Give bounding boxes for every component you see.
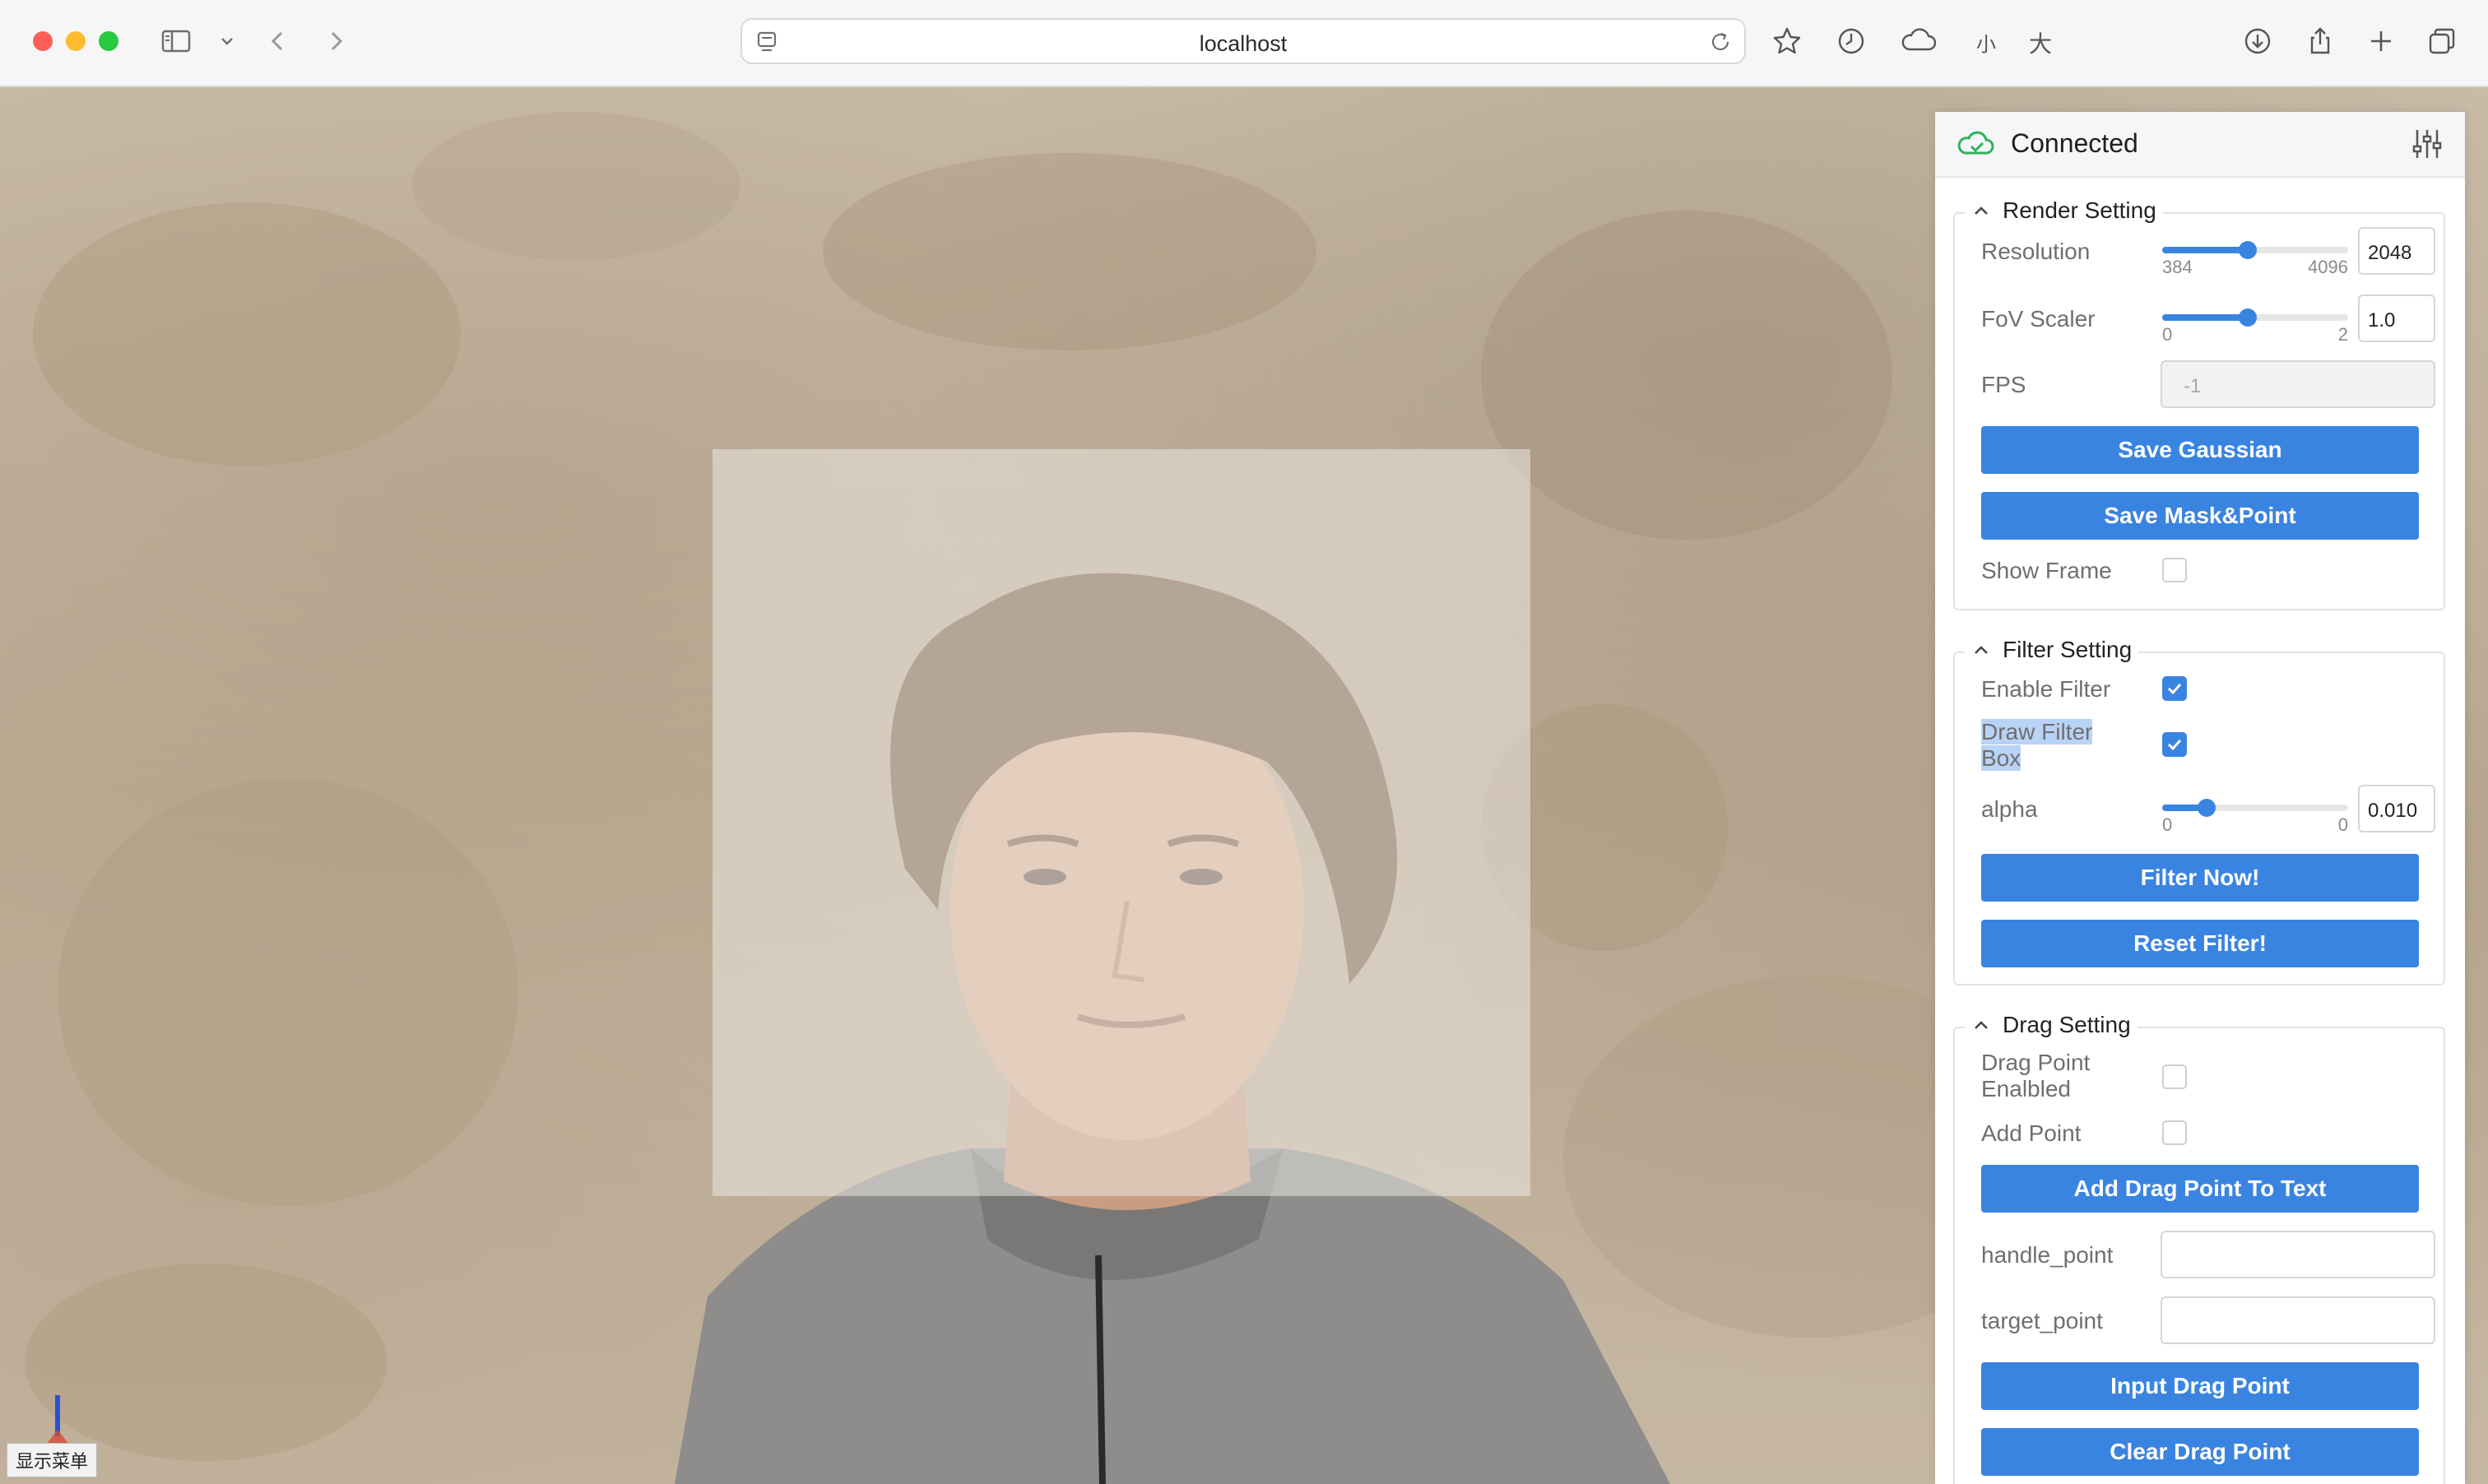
slider-knob[interactable]	[2238, 308, 2257, 327]
alpha-slider[interactable]: 0 0	[2162, 791, 2348, 835]
draw-filter-box-label-line1: Draw Filter	[1981, 719, 2093, 744]
icloud-icon[interactable]	[1899, 25, 1938, 58]
panel-header: Connected	[1935, 112, 2465, 178]
draw-filter-box-label: Draw Filter Box	[1981, 719, 2093, 772]
settings-sliders-icon[interactable]	[2411, 127, 2444, 161]
reload-icon[interactable]	[1706, 28, 1734, 56]
minimize-window-button[interactable]	[66, 31, 86, 51]
save-mask-point-button[interactable]: Save Mask&Point	[1981, 492, 2419, 540]
drag-setting-section: Drag Setting Drag Point Enalbled Add Poi…	[1953, 1012, 2445, 1484]
close-window-button[interactable]	[33, 31, 53, 51]
resolution-slider[interactable]: 384 4096	[2162, 234, 2348, 277]
render-setting-section: Render Setting Resolution 384 4096 2048 …	[1953, 197, 2445, 610]
filter-setting-section: Filter Setting Enable Filter Draw Filter…	[1953, 637, 2445, 985]
slider-max: 4096	[2308, 257, 2348, 277]
input-drag-point-button[interactable]: Input Drag Point	[1981, 1362, 2419, 1410]
zoom-window-button[interactable]	[99, 31, 118, 51]
slider-min: 384	[2162, 257, 2193, 277]
slider-min: 0	[2162, 324, 2173, 345]
fps-input: -1	[2161, 360, 2435, 408]
show-frame-checkbox[interactable]	[2162, 558, 2187, 582]
chevron-up-icon[interactable]	[1971, 640, 1991, 660]
show-menu-label[interactable]: 显示菜单	[7, 1443, 98, 1477]
render-setting-header[interactable]: Render Setting	[1965, 197, 2163, 224]
drag-point-enabled-label-line1: Drag Point	[1981, 1050, 2091, 1075]
render-setting-title: Render Setting	[2003, 197, 2156, 223]
fov-scaler-input[interactable]: 1.0	[2358, 294, 2435, 342]
connection-status: Connected	[2011, 128, 2138, 158]
resolution-label: Resolution	[1981, 239, 2091, 264]
clear-drag-point-button[interactable]: Clear Drag Point	[1981, 1428, 2419, 1476]
enable-filter-label: Enable Filter	[1981, 676, 2111, 702]
text-size-large[interactable]: 大	[2029, 26, 2052, 59]
filter-box-overlay	[713, 449, 1530, 1196]
text-size-small[interactable]: 小	[1976, 28, 1996, 57]
url-text: localhost	[1199, 31, 1288, 56]
resolution-input[interactable]: 2048	[2358, 227, 2435, 275]
control-panel: Connected Render Setting Resolution 384 …	[1935, 112, 2465, 1484]
target-point-label: target_point	[1981, 1308, 2103, 1333]
save-gaussian-button[interactable]: Save Gaussian	[1981, 426, 2419, 474]
sidebar-toggle-icon[interactable]	[160, 25, 193, 58]
history-clock-icon[interactable]	[1835, 25, 1868, 58]
enable-filter-checkbox[interactable]	[2162, 676, 2187, 701]
download-icon[interactable]	[2241, 25, 2274, 58]
handle-point-input[interactable]	[2161, 1231, 2435, 1278]
drag-point-enabled-label-line2: Enalbled	[1981, 1076, 2071, 1101]
fov-scaler-slider[interactable]: 0 2	[2162, 301, 2348, 345]
draw-filter-box-label-line2: Box	[1981, 745, 2022, 771]
share-icon[interactable]	[2304, 25, 2337, 58]
filter-now-button[interactable]: Filter Now!	[1981, 854, 2419, 902]
chevron-up-icon[interactable]	[1971, 201, 1991, 220]
slider-min: 0	[2162, 814, 2173, 835]
draw-filter-box-checkbox[interactable]	[2162, 732, 2187, 757]
reset-filter-button[interactable]: Reset Filter!	[1981, 920, 2419, 967]
add-point-label: Add Point	[1981, 1120, 2082, 1146]
filter-setting-title: Filter Setting	[2003, 637, 2133, 662]
alpha-label: alpha	[1981, 796, 2038, 822]
fps-label: FPS	[1981, 372, 2026, 397]
alpha-input[interactable]: 0.010	[2358, 785, 2435, 832]
chevron-up-icon[interactable]	[1971, 1015, 1991, 1035]
bookmark-star-icon[interactable]	[1771, 25, 1803, 58]
fov-scaler-label: FoV Scaler	[1981, 306, 2096, 332]
slider-max: 0	[2337, 814, 2348, 835]
drag-point-enabled-label: Drag Point Enalbled	[1981, 1050, 2090, 1102]
tab-overview-icon[interactable]	[2425, 25, 2458, 58]
slider-max: 2	[2337, 324, 2348, 345]
show-frame-label: Show Frame	[1981, 558, 2112, 583]
drag-setting-header[interactable]: Drag Setting	[1965, 1012, 2138, 1038]
filter-setting-header[interactable]: Filter Setting	[1965, 637, 2139, 663]
address-bar[interactable]: localhost	[740, 18, 1746, 64]
chevron-down-icon[interactable]	[211, 25, 234, 58]
slider-knob[interactable]	[2238, 241, 2257, 259]
back-icon[interactable]	[262, 25, 295, 58]
drag-setting-title: Drag Setting	[2003, 1012, 2131, 1037]
add-point-checkbox[interactable]	[2162, 1120, 2187, 1145]
slider-knob[interactable]	[2198, 799, 2216, 817]
handle-point-label: handle_point	[1981, 1242, 2114, 1268]
target-point-input[interactable]	[2161, 1296, 2435, 1344]
forward-icon[interactable]	[319, 25, 352, 58]
browser-toolbar: localhost 小 大	[0, 0, 2488, 87]
add-drag-point-to-text-button[interactable]: Add Drag Point To Text	[1981, 1165, 2419, 1213]
new-tab-icon[interactable]	[2365, 25, 2397, 58]
drag-point-enabled-checkbox[interactable]	[2162, 1064, 2187, 1089]
cloud-check-icon	[1957, 127, 1996, 161]
